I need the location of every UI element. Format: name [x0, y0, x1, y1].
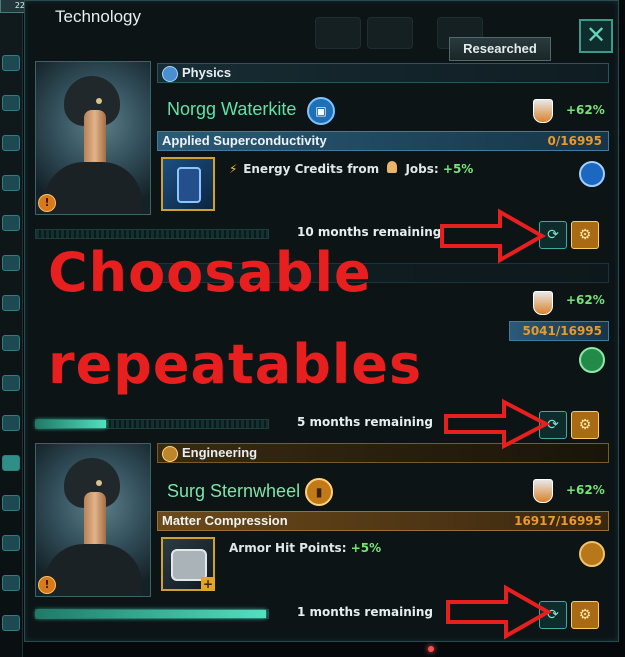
- scientist-portrait[interactable]: !: [35, 443, 151, 597]
- sidebar-icon[interactable]: [2, 575, 20, 591]
- category-label: Engineering: [182, 445, 258, 460]
- time-remaining: 10 months remaining: [297, 225, 442, 239]
- sidebar-icon-technology[interactable]: [2, 455, 20, 471]
- reward-icon: [579, 161, 605, 187]
- tech-name: Matter Compression: [162, 513, 288, 528]
- ghost-icon: [315, 17, 361, 49]
- window-title: Technology: [55, 7, 142, 26]
- annotation-arrow: [440, 208, 547, 264]
- tech-progress: 5041/16995: [522, 324, 602, 338]
- research-bonus: +62%: [566, 483, 605, 497]
- sidebar-icon[interactable]: [2, 255, 20, 271]
- gear-icon[interactable]: ⚙: [571, 221, 599, 249]
- category-bar: Physics: [157, 63, 609, 83]
- progress-fill: [36, 420, 106, 428]
- effect-text: Armor Hit Points:: [229, 541, 347, 555]
- flask-icon: [533, 479, 553, 503]
- tech-header[interactable]: 5041/16995: [509, 321, 609, 341]
- sidebar-icon[interactable]: [2, 495, 20, 511]
- computer-icon: ▣: [307, 97, 335, 125]
- research-bonus: +62%: [566, 103, 605, 117]
- annotation-line1: Choosable: [48, 241, 372, 304]
- tech-progress: 0/16995: [547, 134, 602, 148]
- flask-icon: [533, 291, 553, 315]
- tech-icon[interactable]: [161, 157, 215, 211]
- sidebar-icon[interactable]: [2, 95, 20, 111]
- tech-name: Applied Superconductivity: [162, 133, 327, 148]
- sidebar-icon[interactable]: [2, 535, 20, 551]
- sidebar-icon[interactable]: [2, 215, 20, 231]
- armor-icon[interactable]: +: [161, 537, 215, 591]
- ghost-icon: [367, 17, 413, 49]
- research-bonus: +62%: [566, 293, 605, 307]
- progress-bar: [35, 229, 269, 239]
- pop-icon: [387, 161, 398, 173]
- progress-fill: [36, 610, 266, 618]
- sidebar-icon[interactable]: [2, 335, 20, 351]
- gear-icon[interactable]: ⚙: [571, 411, 599, 439]
- trait-icon: !: [38, 194, 56, 212]
- sidebar-icon[interactable]: [2, 615, 20, 631]
- tech-effect: ⚡ Energy Credits from Jobs: +5%: [229, 161, 473, 176]
- plus-icon: +: [201, 577, 215, 591]
- star-decoration: [428, 646, 434, 652]
- time-remaining: 5 months remaining: [297, 415, 433, 429]
- progress-bar: [35, 609, 269, 619]
- scientist-name: Norgg Waterkite: [167, 99, 297, 119]
- annotation-arrow: [444, 398, 551, 450]
- left-sidebar: [0, 0, 23, 657]
- progress-bar: [35, 419, 269, 429]
- factory-icon: ▮: [305, 478, 333, 506]
- technology-window: Technology Researched ✕ ! Physics Norgg …: [24, 0, 619, 642]
- sidebar-icon[interactable]: [2, 295, 20, 311]
- category-label: Physics: [182, 65, 232, 80]
- sidebar-icon[interactable]: [2, 175, 20, 191]
- annotation-line2: repeatables: [48, 333, 423, 396]
- flag-icon: [579, 347, 605, 373]
- effect-text: Jobs:: [405, 162, 439, 176]
- fist-icon: [579, 541, 605, 567]
- scientist-name: Surg Sternwheel: [167, 481, 301, 501]
- sidebar-icon[interactable]: [2, 55, 20, 71]
- physics-icon: [162, 66, 178, 82]
- annotation-arrow: [446, 584, 553, 640]
- sidebar-icon[interactable]: [2, 415, 20, 431]
- tech-header[interactable]: Applied Superconductivity 0/16995: [157, 131, 609, 151]
- effect-value: +5%: [350, 541, 382, 555]
- gear-icon[interactable]: ⚙: [571, 601, 599, 629]
- effect-text: Energy Credits from: [243, 162, 380, 176]
- flask-icon: [533, 99, 553, 123]
- effect-value: +5%: [442, 162, 474, 176]
- close-icon[interactable]: ✕: [579, 19, 613, 53]
- sidebar-icon[interactable]: [2, 375, 20, 391]
- tech-progress: 16917/16995: [514, 514, 602, 528]
- time-remaining: 1 months remaining: [297, 605, 433, 619]
- sidebar-icon[interactable]: [2, 135, 20, 151]
- scientist-portrait[interactable]: !: [35, 61, 151, 215]
- energy-icon: ⚡: [229, 162, 238, 176]
- engineering-icon: [162, 446, 178, 462]
- tech-header[interactable]: Matter Compression 16917/16995: [157, 511, 609, 531]
- trait-icon: !: [38, 576, 56, 594]
- tech-effect: Armor Hit Points: +5%: [229, 541, 381, 555]
- researched-button[interactable]: Researched: [449, 37, 551, 61]
